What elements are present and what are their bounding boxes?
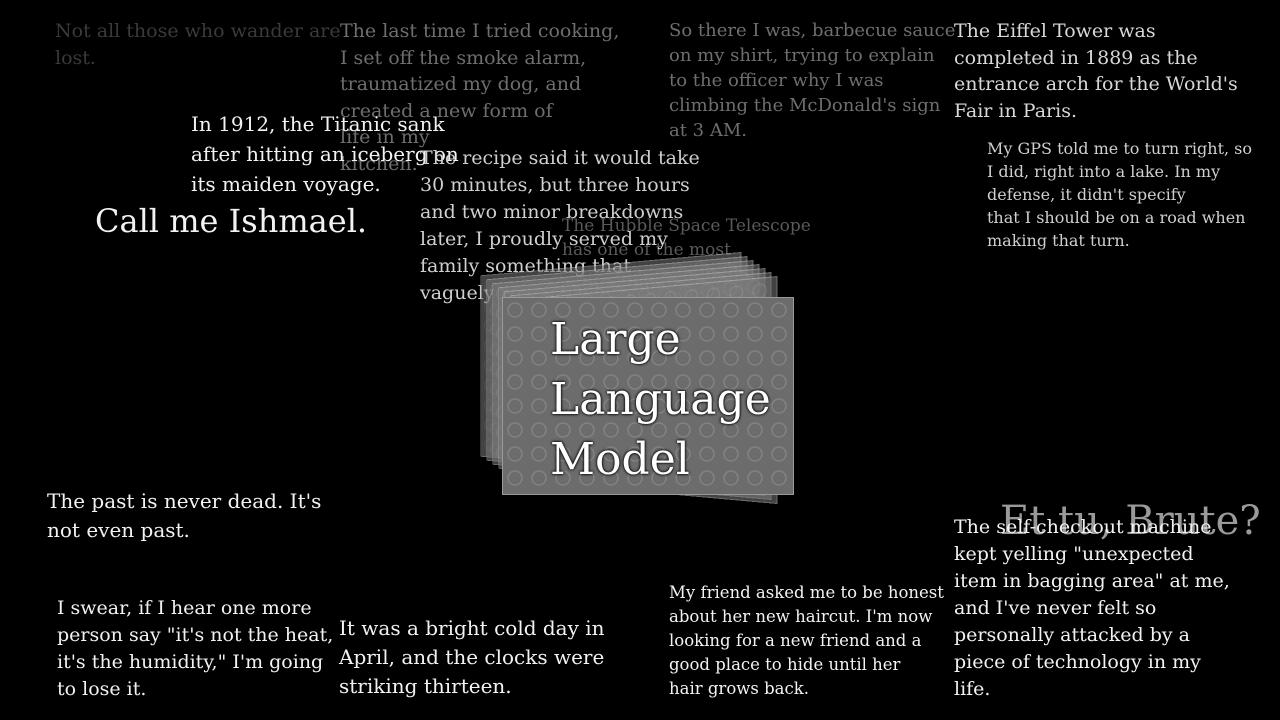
snippet-gps: My GPS told me to turn right, so I did, …: [987, 139, 1253, 250]
snippet-past: The past is never dead. It's not even pa…: [47, 489, 322, 542]
snippet-checkout: The self-checkout machine kept yelling "…: [954, 516, 1230, 700]
snippet-barbecue: So there I was, barbecue sauce on my shi…: [669, 20, 956, 141]
snippet-titanic: In 1912, the Titanic sank after hitting …: [191, 112, 459, 196]
snippet-haircut: My friend asked me to be honest about he…: [669, 583, 944, 698]
snippet-orwell: It was a bright cold day in April, and t…: [339, 616, 605, 698]
snippet-ishmael: Call me Ishmael.: [95, 202, 368, 240]
snippet-wander: Not all those who wander are lost.: [55, 20, 341, 69]
snippet-humidity: I swear, if I hear one more person say "…: [57, 597, 334, 700]
model-label: Large Language Model: [550, 314, 771, 485]
snippet-eiffel: The Eiffel Tower was completed in 1889 a…: [954, 20, 1238, 122]
